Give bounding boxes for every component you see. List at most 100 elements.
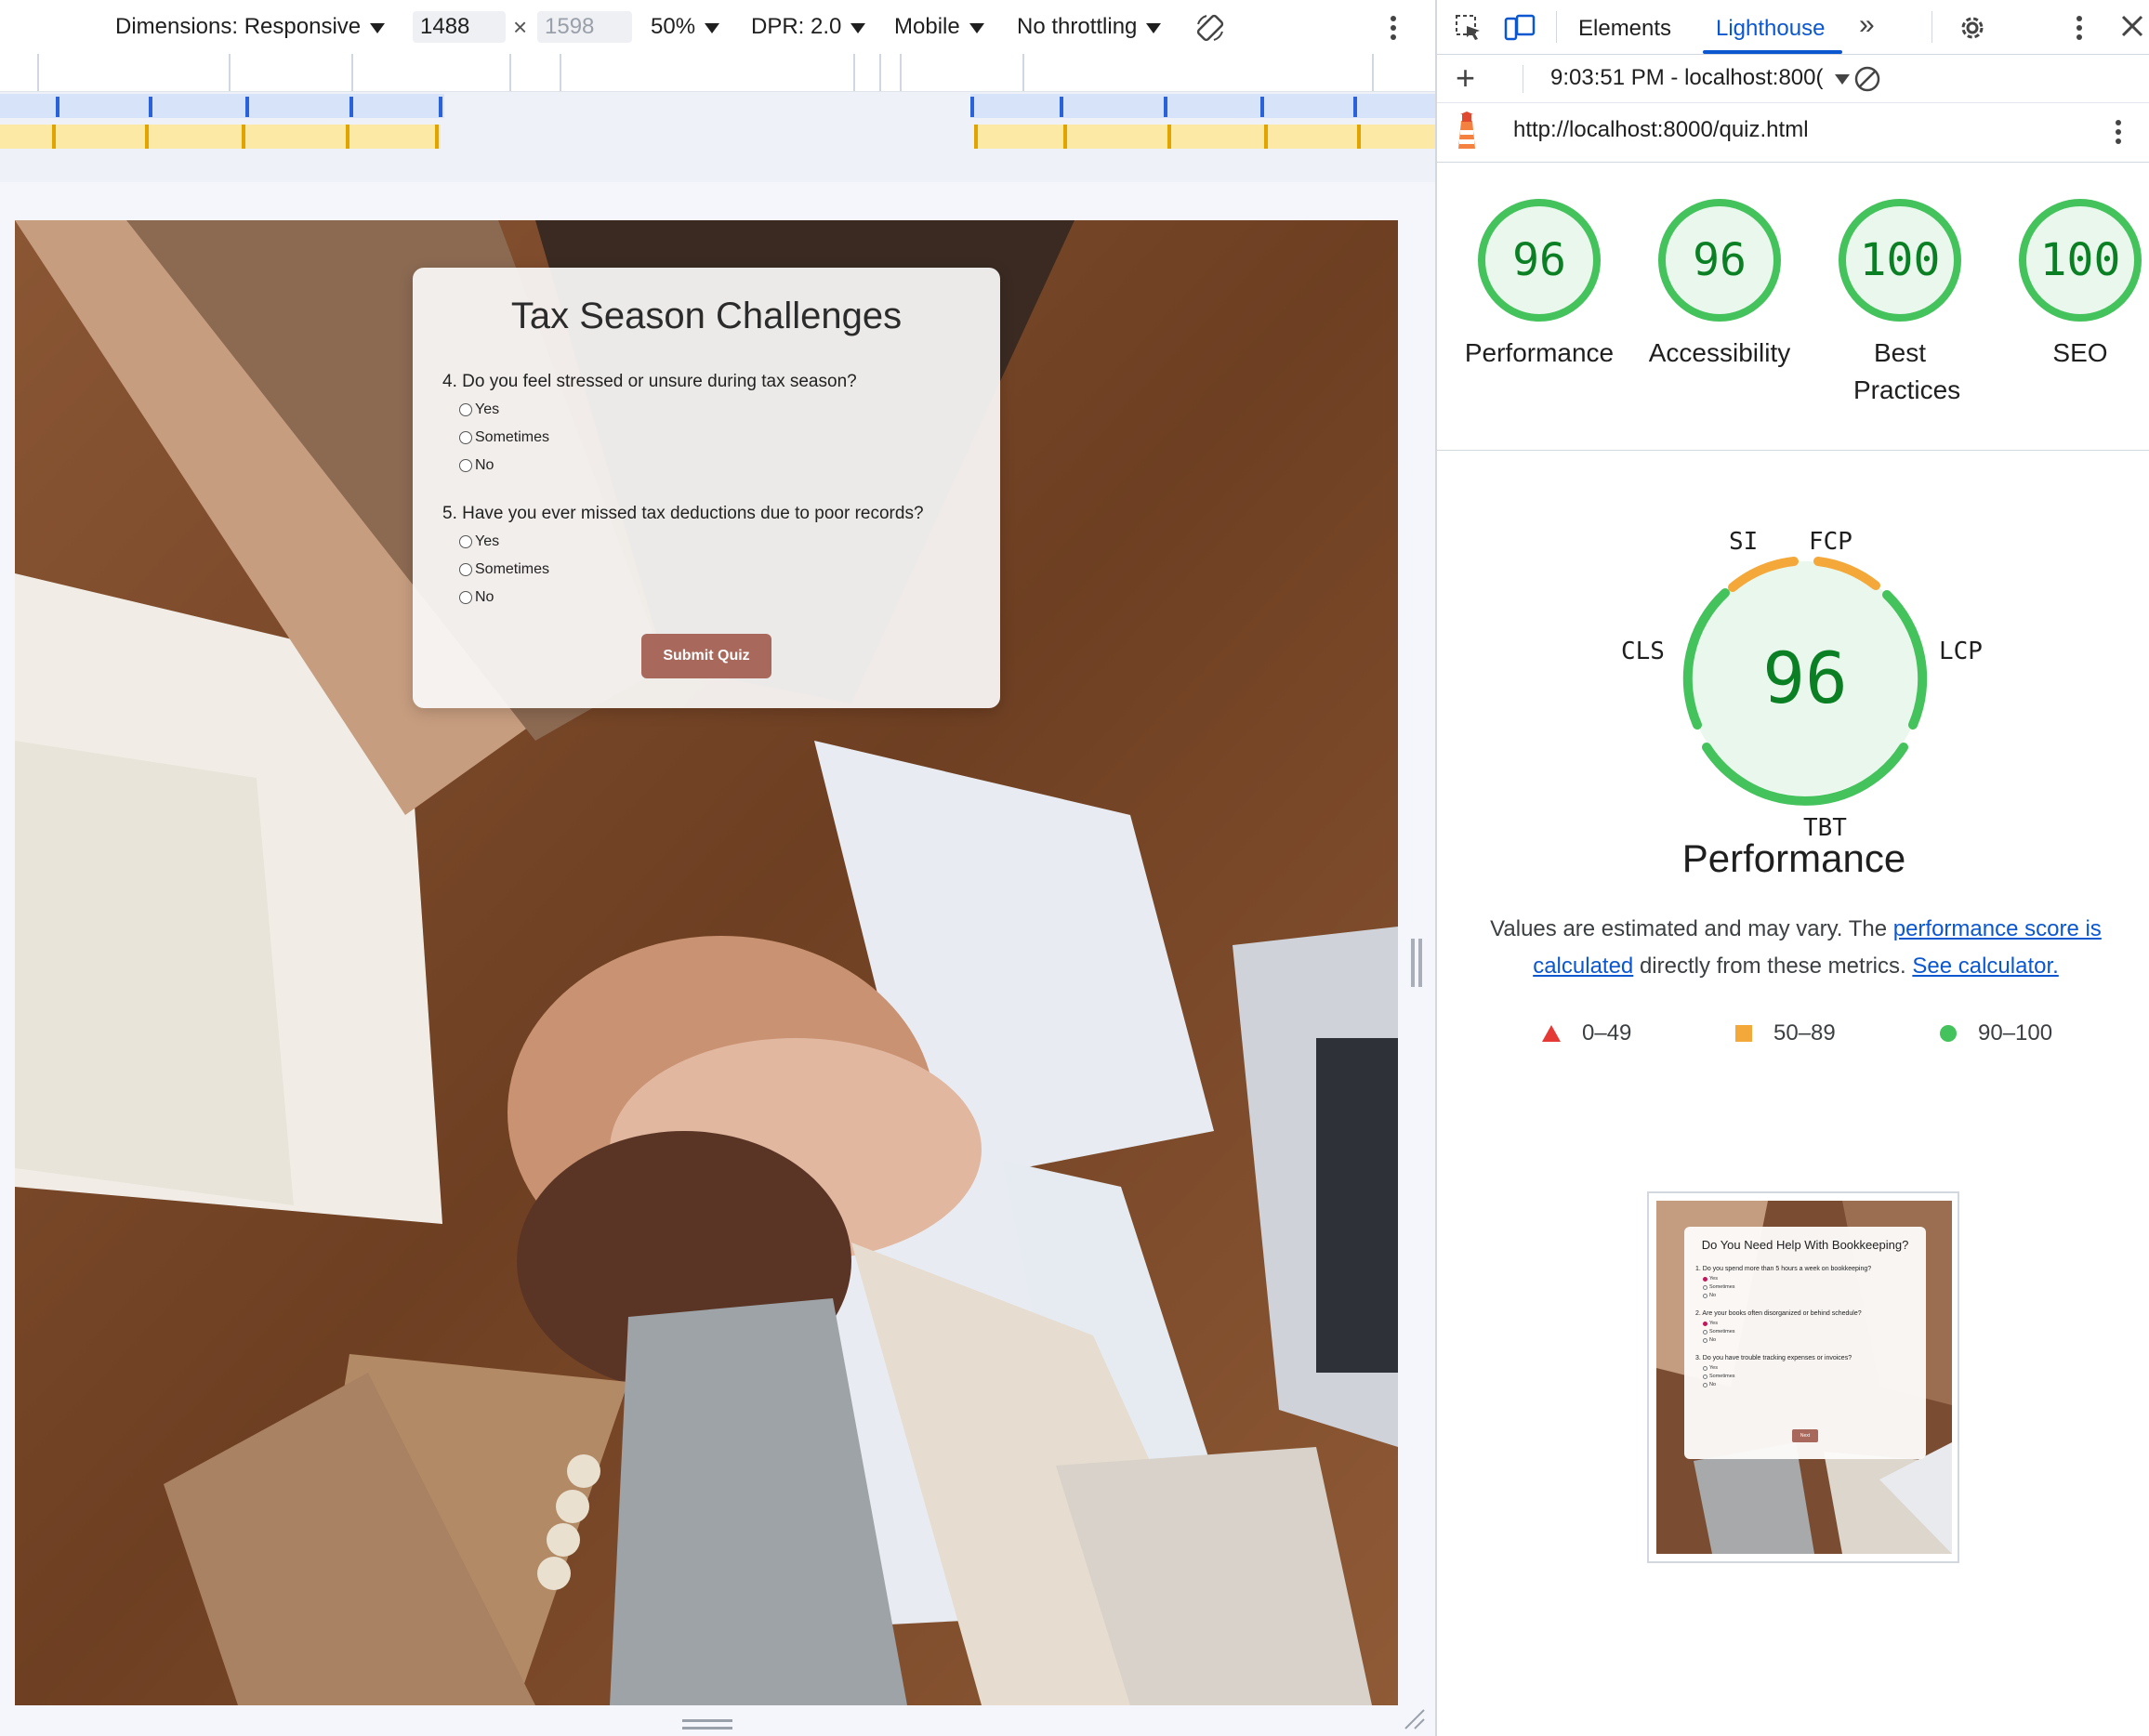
radio-button[interactable] [459, 563, 472, 576]
media-bar-marker[interactable] [149, 97, 152, 117]
device-type-label: Mobile [894, 14, 960, 39]
option-label: Sometimes [475, 429, 550, 445]
performance-score: 96 [1762, 637, 1848, 719]
more-options-icon[interactable] [2116, 119, 2121, 151]
more-tabs-icon[interactable]: » [1859, 9, 1875, 41]
media-bar-marker[interactable] [435, 125, 439, 149]
bottom-resize-grip[interactable] [682, 1719, 732, 1722]
throttling-dropdown[interactable]: No throttling [1017, 0, 1162, 54]
radio-button[interactable] [459, 535, 472, 548]
media-bar-marker[interactable] [1353, 97, 1357, 117]
media-bar-marker[interactable] [1063, 125, 1067, 149]
media-query-ruler[interactable] [0, 54, 1435, 92]
tab-lighthouse[interactable]: Lighthouse [1716, 0, 1825, 54]
device-toolbar-toggle-icon[interactable] [1504, 13, 1536, 47]
media-bar-marker[interactable] [145, 125, 149, 149]
seo-score-gauge[interactable]: 100 [2015, 195, 2145, 325]
q4-option-sometimes[interactable]: Sometimes [459, 429, 549, 446]
close-icon[interactable] [2119, 13, 2145, 44]
plus-icon[interactable]: + [1456, 61, 1475, 95]
media-bar-marker[interactable] [346, 125, 349, 149]
best-practices-score-gauge[interactable]: 100 [1835, 195, 1965, 325]
lighthouse-logo-icon [1456, 112, 1478, 159]
chevron-down-icon [850, 23, 866, 33]
report-selector-dropdown[interactable]: 9:03:51 PM - localhost:800( [1550, 65, 1850, 91]
option-label: Sometimes [475, 561, 550, 577]
device-toolbar: Dimensions: Responsive 1488 × 1598 50% D… [0, 0, 1435, 55]
more-options-icon[interactable] [2076, 15, 2082, 46]
ruler-tick [879, 54, 881, 91]
media-bar-marker[interactable] [970, 97, 974, 117]
score-value: 96 [1512, 234, 1566, 286]
media-bar-marker[interactable] [242, 125, 245, 149]
clear-icon[interactable] [1853, 65, 1881, 99]
dimensions-dropdown[interactable]: Dimensions: Responsive [115, 0, 386, 54]
inspect-element-icon[interactable] [1454, 13, 1483, 47]
desc-text: directly from these metrics. [1633, 953, 1913, 979]
radio-button[interactable] [459, 459, 472, 472]
zoom-dropdown[interactable]: 50% [651, 0, 720, 54]
width-input[interactable]: 1488 [413, 11, 506, 43]
rotate-icon[interactable] [1193, 11, 1227, 51]
thumbnail-question: 2. Are your books often disorganized or … [1695, 1310, 1862, 1317]
see-calculator-link[interactable]: See calculator. [1912, 953, 2058, 979]
media-bar-marker[interactable] [245, 97, 249, 117]
thumbnail-photo: Do You Need Help With Bookkeeping? 1. Do… [1656, 1201, 1952, 1554]
media-bar-marker[interactable] [1260, 97, 1264, 117]
score-value: 100 [2039, 234, 2121, 286]
media-bar-marker[interactable] [56, 97, 59, 117]
media-bar-marker[interactable] [439, 97, 442, 117]
q5-option-sometimes[interactable]: Sometimes [459, 561, 549, 578]
chevron-down-icon [969, 23, 984, 33]
q5-option-no[interactable]: No [459, 589, 494, 606]
viewport-resize-handle[interactable] [1418, 939, 1422, 987]
thumbnail-option: No [1703, 1382, 1716, 1387]
tab-elements[interactable]: Elements [1578, 0, 1671, 54]
media-bar-marker[interactable] [349, 97, 353, 117]
q4-option-yes[interactable]: Yes [459, 401, 499, 418]
radio-button[interactable] [459, 403, 472, 416]
height-input[interactable]: 1598 [537, 11, 632, 43]
quiz-card: Tax Season Challenges 4. Do you feel str… [413, 268, 1000, 708]
thumbnail-option: Sometimes [1703, 1374, 1735, 1379]
performance-score-gauge[interactable]: 96 [1474, 195, 1604, 325]
dpr-dropdown[interactable]: DPR: 2.0 [751, 0, 866, 54]
more-options-icon[interactable] [1391, 15, 1396, 41]
dimensions-label: Dimensions: Responsive [115, 14, 362, 39]
media-bar-gap [441, 125, 974, 149]
accessibility-label[interactable]: Accessibility [1627, 335, 1813, 372]
device-type-dropdown[interactable]: Mobile [894, 0, 984, 54]
audited-url[interactable]: http://localhost:8000/quiz.html [1513, 117, 1809, 143]
best-practices-label[interactable]: Best Practices [1853, 335, 1960, 409]
radio-button[interactable] [459, 591, 472, 604]
quiz-title: Tax Season Challenges [510, 296, 903, 336]
legend-pass: 90–100 [1939, 1020, 2052, 1046]
accessibility-score-gauge[interactable]: 96 [1655, 195, 1785, 325]
media-bar-marker[interactable] [52, 125, 56, 149]
device-emulation-pane: Dimensions: Responsive 1488 × 1598 50% D… [0, 0, 1435, 1736]
media-bar-marker[interactable] [1167, 125, 1171, 149]
viewport-resize-handle[interactable] [1411, 939, 1415, 987]
final-screenshot-thumbnail[interactable]: Do You Need Help With Bookkeeping? 1. Do… [1647, 1191, 1959, 1563]
radio-button[interactable] [459, 431, 472, 444]
submit-quiz-button[interactable]: Submit Quiz [641, 634, 771, 678]
performance-label[interactable]: Performance [1446, 335, 1632, 372]
media-bar-marker[interactable] [1264, 125, 1268, 149]
q4-option-no[interactable]: No [459, 457, 494, 474]
thumbnail-question: 3. Do you have trouble tracking expenses… [1695, 1355, 1852, 1361]
corner-resize-icon[interactable] [1404, 1708, 1426, 1735]
thumbnail-question: 1. Do you spend more than 5 hours a week… [1695, 1266, 1872, 1272]
media-bar-marker[interactable] [1060, 97, 1063, 117]
gear-icon[interactable] [1958, 13, 1987, 47]
circle-icon [1940, 1025, 1957, 1042]
media-bar-marker[interactable] [974, 125, 978, 149]
metric-si-label: SI [1729, 528, 1759, 556]
seo-label[interactable]: SEO [1987, 335, 2149, 372]
thumbnail-option: Yes [1703, 1321, 1718, 1326]
bottom-resize-grip[interactable] [682, 1727, 732, 1729]
q5-option-yes[interactable]: Yes [459, 533, 499, 550]
media-bar-marker[interactable] [1164, 97, 1167, 117]
option-label: Yes [475, 401, 500, 417]
media-bar-marker[interactable] [1357, 125, 1361, 149]
ruler-tick [1372, 54, 1374, 91]
